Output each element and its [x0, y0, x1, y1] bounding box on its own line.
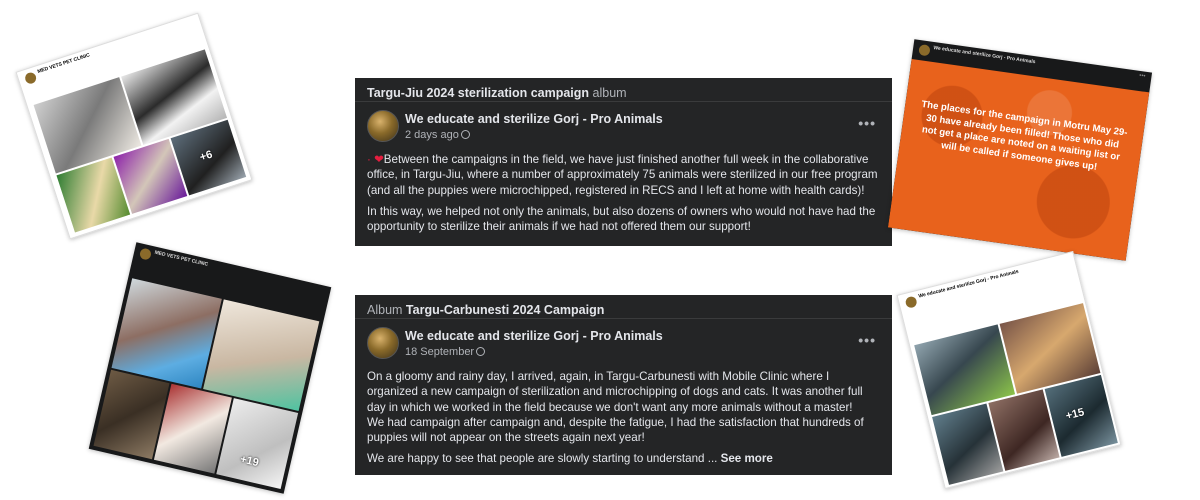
post-paragraph: We are happy to see that people are slow…	[367, 452, 718, 466]
thumb-page-name: We educate and sterilize Gorj - Pro Anim…	[932, 44, 1036, 66]
more-options-icon[interactable]: •••	[858, 333, 876, 347]
more-options-icon[interactable]: •••	[858, 116, 876, 130]
post-paragraph: On a gloomy and rainy day, I arrived, ag…	[367, 370, 863, 414]
more-photos-count: +19	[238, 453, 260, 470]
post-card-targu-carbunesti: Album Targu-Carbunesti 2024 Campaign We …	[355, 295, 892, 475]
thumbnail-post-motru-announcement[interactable]: We educate and sterilize Gorj - Pro Anim…	[887, 39, 1153, 261]
post-header: We educate and sterilize Gorj - Pro Anim…	[355, 327, 892, 369]
more-photos-count: +15	[1064, 406, 1086, 423]
post-body: On a gloomy and rainy day, I arrived, ag…	[355, 369, 892, 467]
album-label: Album	[367, 303, 403, 317]
thumb-avatar	[904, 295, 918, 309]
more-photos-count: +6	[198, 148, 214, 164]
album-title[interactable]: Targu-Jiu 2024 sterilization campaign	[367, 86, 589, 100]
more-options-icon: •••	[1138, 72, 1146, 80]
thumbnail-post-cats[interactable]: MED VETS PET CLINIC +6	[15, 12, 253, 240]
post-header: We educate and sterilize Gorj - Pro Anim…	[355, 110, 892, 152]
heart-icon: · ❤	[367, 153, 384, 166]
thumbnail-post-dogs[interactable]: We educate and sterilize Gorj - Pro Anim…	[896, 250, 1122, 490]
page-name-link[interactable]: We educate and sterilize Gorj - Pro Anim…	[405, 112, 663, 126]
post-paragraph: In this way, we helped not only the anim…	[367, 204, 876, 234]
cat-photo	[111, 278, 222, 389]
album-header: Targu-Jiu 2024 sterilization campaign al…	[355, 78, 892, 102]
post-timestamp[interactable]: 2 days ago	[405, 129, 470, 141]
announcement-image: The places for the campaign in Motru May…	[887, 59, 1150, 261]
announcement-text: The places for the campaign in Motru May…	[920, 98, 1129, 173]
album-title[interactable]: Targu-Carbunesti 2024 Campaign	[406, 303, 604, 317]
globe-icon	[460, 130, 470, 139]
thumb-avatar	[23, 71, 38, 86]
post-paragraph: We had campaign after campaign and, desp…	[367, 415, 864, 445]
thumb-page-name: MED VETS PET CLINIC	[36, 52, 91, 75]
thumb-page-name: MED VETS PET CLINIC	[153, 249, 209, 268]
globe-icon	[476, 347, 486, 356]
post-body: · ❤Between the campaigns in the field, w…	[355, 152, 892, 234]
album-label: album	[592, 86, 627, 100]
page-avatar[interactable]	[367, 327, 399, 359]
thumb-avatar	[918, 44, 931, 57]
post-card-targu-jiu: Targu-Jiu 2024 sterilization campaign al…	[355, 78, 892, 246]
timestamp-text: 2 days ago	[405, 129, 459, 141]
post-timestamp[interactable]: 18 September	[405, 346, 486, 358]
page-avatar[interactable]	[367, 110, 399, 142]
page-name-link[interactable]: We educate and sterilize Gorj - Pro Anim…	[405, 329, 663, 343]
post-paragraph: Between the campaigns in the field, we h…	[367, 153, 878, 197]
timestamp-text: 18 September	[405, 346, 475, 358]
album-header: Album Targu-Carbunesti 2024 Campaign	[355, 295, 892, 319]
thumb-avatar	[138, 247, 153, 261]
thumbnail-post-cats-clinic[interactable]: MED VETS PET CLINIC +19	[88, 242, 332, 494]
see-more-link[interactable]: See more	[721, 452, 773, 465]
